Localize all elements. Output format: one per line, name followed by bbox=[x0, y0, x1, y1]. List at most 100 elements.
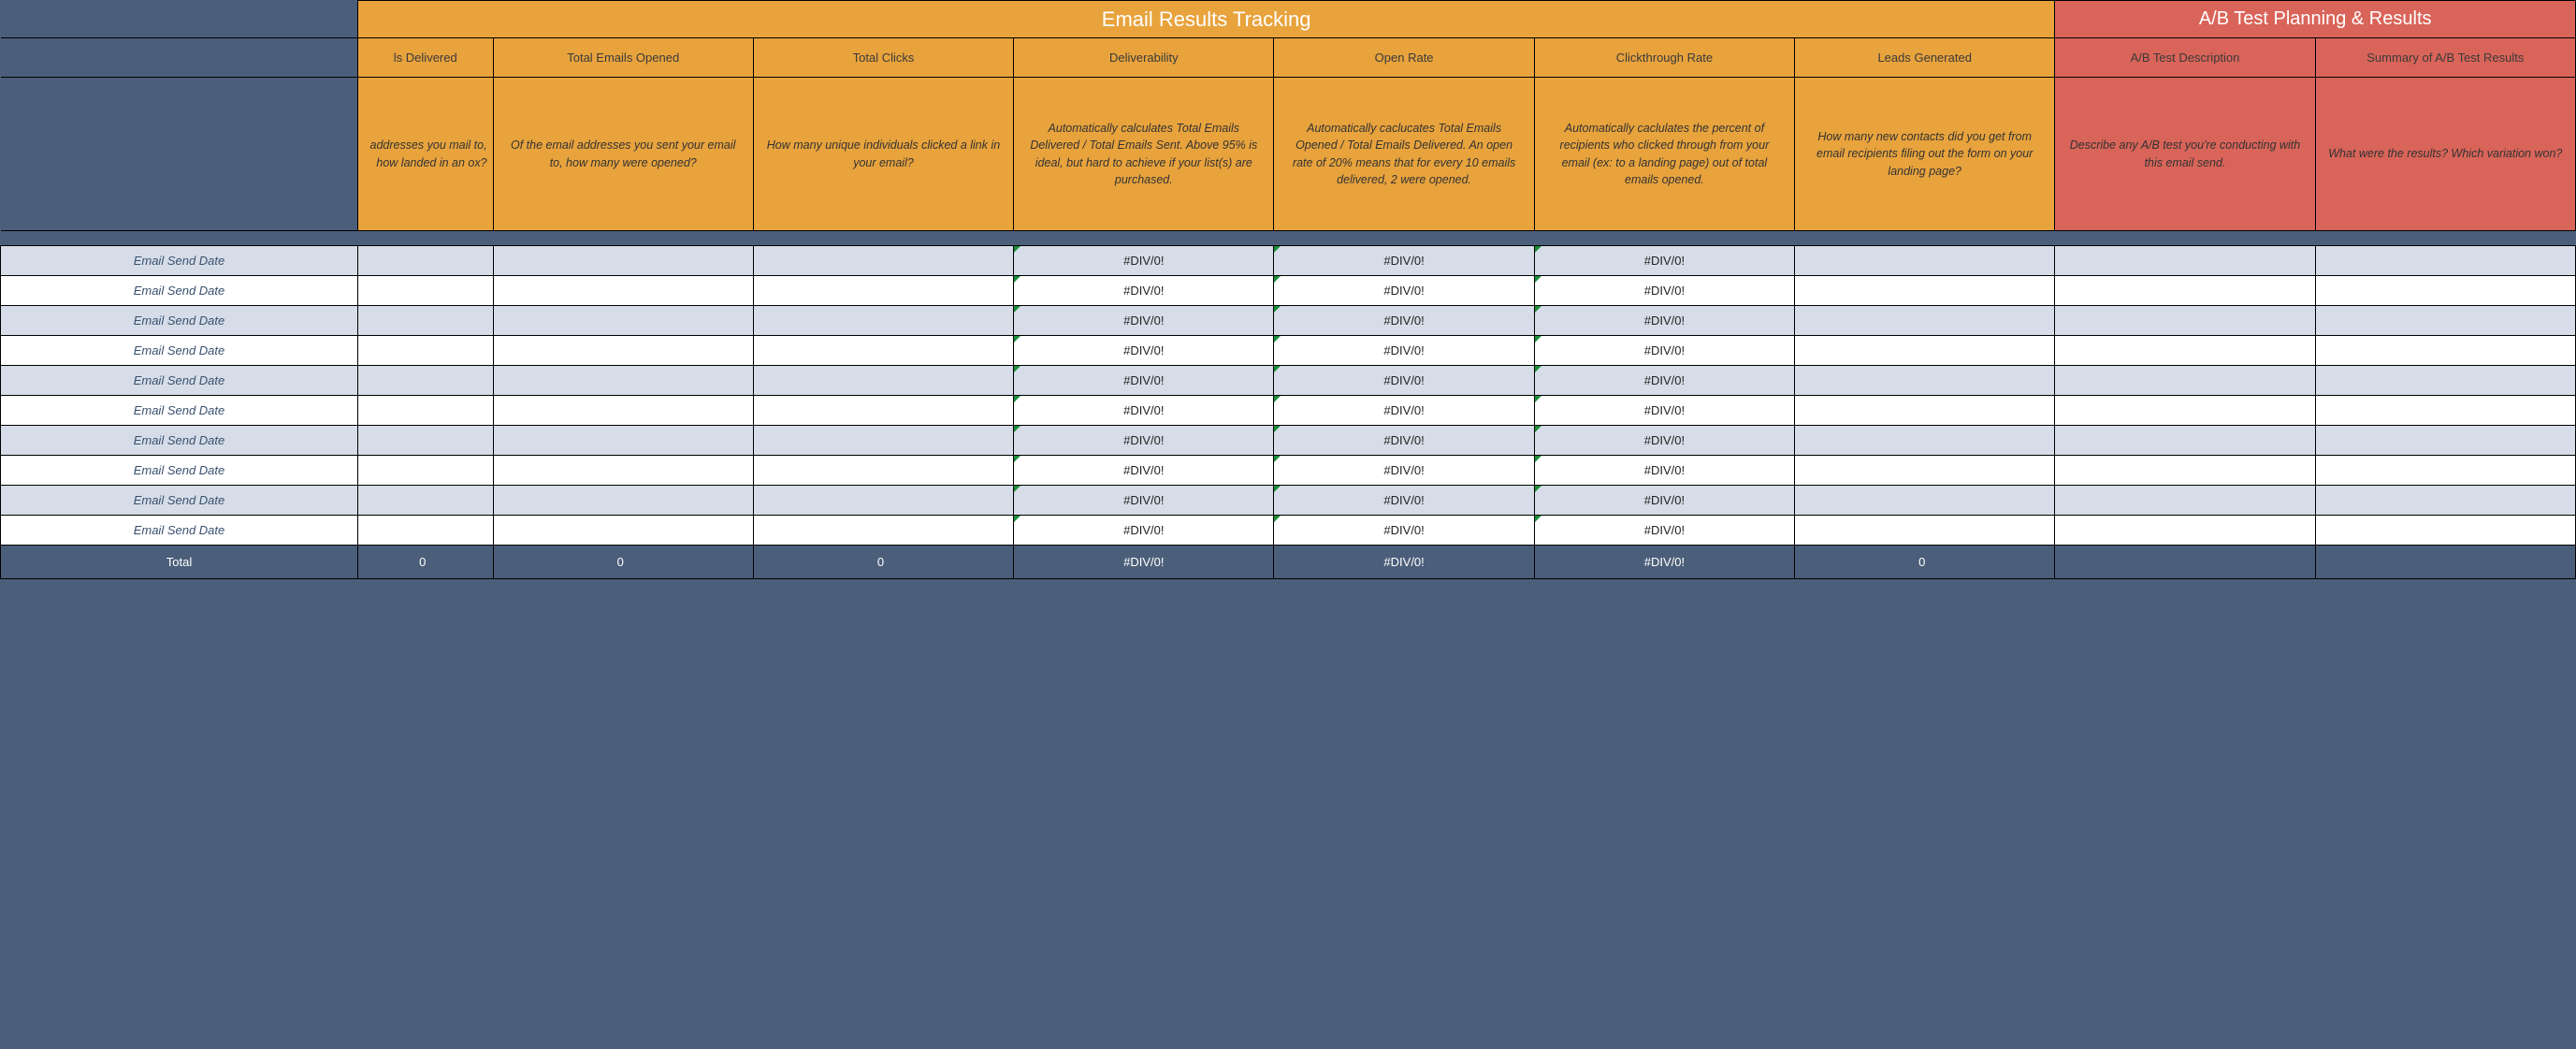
table[interactable]: Email Results Tracking A/B Test Planning… bbox=[0, 0, 2576, 579]
total-leads[interactable]: 0 bbox=[1795, 546, 2055, 579]
cell-open-rate[interactable]: #DIV/0! bbox=[1274, 276, 1534, 306]
cell-ab-summary[interactable] bbox=[2315, 306, 2575, 336]
cell-delivered[interactable] bbox=[357, 276, 493, 306]
total-ctr[interactable]: #DIV/0! bbox=[1534, 546, 1794, 579]
desc-ab-desc[interactable]: Describe any A/B test you're conducting … bbox=[2055, 78, 2315, 231]
header-leads[interactable]: Leads Generated bbox=[1795, 38, 2055, 78]
total-label[interactable]: Total bbox=[1, 546, 358, 579]
desc-delivered[interactable]: addresses you mail to, how landed in an … bbox=[357, 78, 493, 231]
cell-delivered[interactable] bbox=[357, 456, 493, 486]
cell-opened[interactable] bbox=[493, 246, 753, 276]
desc-leads[interactable]: How many new contacts did you get from e… bbox=[1795, 78, 2055, 231]
cell-deliverability[interactable]: #DIV/0! bbox=[1014, 336, 1274, 366]
total-opened[interactable]: 0 bbox=[493, 546, 753, 579]
header-ab-desc[interactable]: A/B Test Description bbox=[2055, 38, 2315, 78]
cell-delivered[interactable] bbox=[357, 246, 493, 276]
cell-leads[interactable] bbox=[1795, 396, 2055, 426]
header-clicks[interactable]: Total Clicks bbox=[753, 38, 1013, 78]
desc-open-rate[interactable]: Automatically caclucates Total Emails Op… bbox=[1274, 78, 1534, 231]
cell-ab-summary[interactable] bbox=[2315, 366, 2575, 396]
cell-deliverability[interactable]: #DIV/0! bbox=[1014, 396, 1274, 426]
cell-delivered[interactable] bbox=[357, 426, 493, 456]
cell-open-rate[interactable]: #DIV/0! bbox=[1274, 366, 1534, 396]
cell-ctr[interactable]: #DIV/0! bbox=[1534, 486, 1794, 516]
row-label[interactable]: Email Send Date bbox=[1, 456, 358, 486]
cell-leads[interactable] bbox=[1795, 276, 2055, 306]
desc-ab-summary[interactable]: What were the results? Which variation w… bbox=[2315, 78, 2575, 231]
cell-deliverability[interactable]: #DIV/0! bbox=[1014, 276, 1274, 306]
cell-ab-desc[interactable] bbox=[2055, 426, 2315, 456]
cell-opened[interactable] bbox=[493, 516, 753, 546]
total-clicks[interactable]: 0 bbox=[753, 546, 1013, 579]
header-ab-summary[interactable]: Summary of A/B Test Results bbox=[2315, 38, 2575, 78]
cell-opened[interactable] bbox=[493, 306, 753, 336]
cell-ctr[interactable]: #DIV/0! bbox=[1534, 246, 1794, 276]
cell-ctr[interactable]: #DIV/0! bbox=[1534, 516, 1794, 546]
cell-clicks[interactable] bbox=[753, 366, 1013, 396]
desc-clicks[interactable]: How many unique individuals clicked a li… bbox=[753, 78, 1013, 231]
cell-opened[interactable] bbox=[493, 486, 753, 516]
cell-ab-summary[interactable] bbox=[2315, 426, 2575, 456]
cell-delivered[interactable] bbox=[357, 366, 493, 396]
row-label[interactable]: Email Send Date bbox=[1, 336, 358, 366]
row-label[interactable]: Email Send Date bbox=[1, 426, 358, 456]
cell-deliverability[interactable]: #DIV/0! bbox=[1014, 516, 1274, 546]
cell-leads[interactable] bbox=[1795, 306, 2055, 336]
cell-clicks[interactable] bbox=[753, 486, 1013, 516]
desc-opened[interactable]: Of the email addresses you sent your ema… bbox=[493, 78, 753, 231]
total-open-rate[interactable]: #DIV/0! bbox=[1274, 546, 1534, 579]
cell-open-rate[interactable]: #DIV/0! bbox=[1274, 336, 1534, 366]
cell-ab-summary[interactable] bbox=[2315, 246, 2575, 276]
cell-leads[interactable] bbox=[1795, 246, 2055, 276]
cell-open-rate[interactable]: #DIV/0! bbox=[1274, 246, 1534, 276]
cell-delivered[interactable] bbox=[357, 396, 493, 426]
cell-open-rate[interactable]: #DIV/0! bbox=[1274, 396, 1534, 426]
cell-ab-desc[interactable] bbox=[2055, 276, 2315, 306]
row-label[interactable]: Email Send Date bbox=[1, 516, 358, 546]
cell-opened[interactable] bbox=[493, 456, 753, 486]
cell-clicks[interactable] bbox=[753, 516, 1013, 546]
cell-ab-summary[interactable] bbox=[2315, 516, 2575, 546]
cell-open-rate[interactable]: #DIV/0! bbox=[1274, 456, 1534, 486]
header-delivered[interactable]: ls Delivered bbox=[357, 38, 493, 78]
cell-leads[interactable] bbox=[1795, 366, 2055, 396]
cell-ab-desc[interactable] bbox=[2055, 336, 2315, 366]
cell-open-rate[interactable]: #DIV/0! bbox=[1274, 306, 1534, 336]
cell-ab-summary[interactable] bbox=[2315, 486, 2575, 516]
total-ab-summary[interactable] bbox=[2315, 546, 2575, 579]
cell-delivered[interactable] bbox=[357, 336, 493, 366]
header-deliverability[interactable]: Deliverability bbox=[1014, 38, 1274, 78]
desc-ctr[interactable]: Automatically caclulates the percent of … bbox=[1534, 78, 1794, 231]
cell-leads[interactable] bbox=[1795, 426, 2055, 456]
cell-ab-summary[interactable] bbox=[2315, 276, 2575, 306]
cell-clicks[interactable] bbox=[753, 396, 1013, 426]
row-label[interactable]: Email Send Date bbox=[1, 306, 358, 336]
title-email-results[interactable]: Email Results Tracking bbox=[357, 1, 2054, 38]
cell-deliverability[interactable]: #DIV/0! bbox=[1014, 246, 1274, 276]
total-delivered[interactable]: 0 bbox=[357, 546, 493, 579]
cell-open-rate[interactable]: #DIV/0! bbox=[1274, 486, 1534, 516]
cell-ab-desc[interactable] bbox=[2055, 456, 2315, 486]
cell-delivered[interactable] bbox=[357, 516, 493, 546]
cell-clicks[interactable] bbox=[753, 306, 1013, 336]
cell-ab-desc[interactable] bbox=[2055, 486, 2315, 516]
cell-ab-summary[interactable] bbox=[2315, 396, 2575, 426]
cell-opened[interactable] bbox=[493, 396, 753, 426]
cell-opened[interactable] bbox=[493, 366, 753, 396]
cell-deliverability[interactable]: #DIV/0! bbox=[1014, 486, 1274, 516]
row-label[interactable]: Email Send Date bbox=[1, 246, 358, 276]
cell-leads[interactable] bbox=[1795, 516, 2055, 546]
cell-ab-desc[interactable] bbox=[2055, 246, 2315, 276]
cell-deliverability[interactable]: #DIV/0! bbox=[1014, 426, 1274, 456]
cell-ctr[interactable]: #DIV/0! bbox=[1534, 366, 1794, 396]
header-open-rate[interactable]: Open Rate bbox=[1274, 38, 1534, 78]
cell-clicks[interactable] bbox=[753, 276, 1013, 306]
cell-ctr[interactable]: #DIV/0! bbox=[1534, 456, 1794, 486]
cell-ctr[interactable]: #DIV/0! bbox=[1534, 276, 1794, 306]
cell-delivered[interactable] bbox=[357, 306, 493, 336]
cell-ab-summary[interactable] bbox=[2315, 456, 2575, 486]
header-ctr[interactable]: Clickthrough Rate bbox=[1534, 38, 1794, 78]
cell-deliverability[interactable]: #DIV/0! bbox=[1014, 456, 1274, 486]
cell-ctr[interactable]: #DIV/0! bbox=[1534, 396, 1794, 426]
cell-opened[interactable] bbox=[493, 336, 753, 366]
